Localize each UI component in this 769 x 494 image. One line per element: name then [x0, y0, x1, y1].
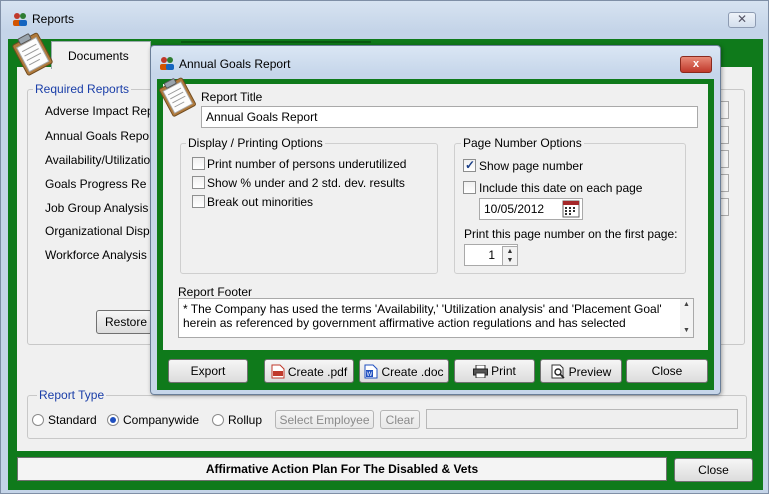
report-footer-textarea[interactable]: * The Company has used the terms 'Availa…: [178, 298, 694, 338]
checkbox-show-page-number[interactable]: [463, 158, 476, 172]
report-item-availability[interactable]: Availability/Utilizatio: [45, 153, 150, 167]
pdf-icon: [271, 364, 285, 378]
footer-scrollbar[interactable]: ▲ ▼: [680, 299, 693, 337]
export-button[interactable]: Export: [168, 359, 248, 383]
preview-label: Preview: [568, 364, 612, 379]
report-item-organizational[interactable]: Organizational Disp: [45, 224, 150, 238]
people-icon: [160, 57, 174, 70]
employee-field[interactable]: [426, 409, 738, 429]
radio-rollup-label: Rollup: [228, 413, 263, 427]
window-titlebar[interactable]: Reports ✕: [1, 1, 768, 35]
display-options-title: Display / Printing Options: [186, 136, 325, 150]
report-title-input[interactable]: [201, 106, 698, 128]
checkbox-show-page-number-label: Show page number: [479, 159, 584, 173]
checkbox-break-out-minorities[interactable]: [192, 195, 205, 208]
tab-documents[interactable]: Documents: [51, 41, 151, 69]
create-doc-label: Create .doc: [381, 364, 444, 379]
report-item-adverse-impact[interactable]: Adverse Impact Rep: [45, 104, 154, 118]
scroll-down-icon[interactable]: ▼: [680, 325, 693, 337]
page-number-title: Page Number Options: [461, 136, 584, 150]
radio-standard-label: Standard: [48, 413, 97, 427]
radio-rollup[interactable]: [212, 414, 224, 426]
clipboard-icon: [12, 32, 53, 76]
scroll-up-icon[interactable]: ▲: [680, 299, 693, 311]
print-label: Print: [491, 364, 516, 378]
checkbox-include-date-label: Include this date on each page: [479, 181, 643, 195]
dialog-title: Annual Goals Report: [179, 57, 291, 71]
create-doc-button[interactable]: W Create .doc: [359, 359, 449, 383]
main-close-button[interactable]: Close: [674, 458, 753, 482]
spinner-down-icon[interactable]: ▼: [503, 256, 517, 265]
checkbox-print-underutilized-label: Print number of persons underutilized: [207, 157, 407, 171]
window-title: Reports: [32, 12, 75, 26]
preview-button[interactable]: Preview: [540, 359, 622, 383]
checkbox-include-date[interactable]: [463, 181, 476, 194]
calendar-button[interactable]: [562, 200, 580, 218]
status-bar: Affirmative Action Plan For The Disabled…: [17, 457, 667, 481]
report-item-job-group[interactable]: Job Group Analysis: [45, 201, 148, 215]
clear-button[interactable]: Clear: [380, 410, 420, 429]
checkbox-break-out-minorities-label: Break out minorities: [207, 195, 314, 209]
checkbox-show-percent-label: Show % under and 2 std. dev. results: [207, 176, 405, 190]
tab-documents-label: Documents: [68, 49, 129, 63]
tab-strip-edge: [181, 41, 371, 43]
report-item-annual-goals[interactable]: Annual Goals Repo: [45, 129, 149, 143]
printer-icon: [473, 365, 489, 378]
report-item-goals-progress[interactable]: Goals Progress Re: [45, 177, 146, 191]
checkbox-show-percent[interactable]: [192, 176, 205, 189]
create-pdf-button[interactable]: Create .pdf: [264, 359, 354, 383]
report-item-workforce[interactable]: Workforce Analysis: [45, 248, 147, 262]
report-footer-label: Report Footer: [178, 285, 253, 299]
svg-text:W: W: [367, 372, 373, 378]
radio-standard[interactable]: [32, 414, 44, 426]
restore-button[interactable]: Restore: [96, 310, 156, 334]
magnifier-page-icon: [551, 364, 565, 379]
checkbox-print-underutilized[interactable]: [192, 157, 205, 170]
dialog-close-button[interactable]: Close: [626, 359, 708, 383]
report-type-title: Report Type: [37, 388, 107, 402]
select-employee-button[interactable]: Select Employee: [275, 410, 374, 429]
page-number-spinner[interactable]: ▲ ▼: [502, 246, 518, 266]
print-button[interactable]: Print: [454, 359, 535, 383]
clipboard-icon: [159, 77, 196, 117]
radio-companywide-label: Companywide: [123, 413, 200, 427]
report-title-label: Report Title: [201, 90, 263, 104]
required-reports-title: Required Reports: [33, 82, 132, 96]
spinner-up-icon[interactable]: ▲: [503, 247, 517, 256]
radio-companywide[interactable]: [107, 414, 119, 426]
dialog-close-x-button[interactable]: x: [680, 56, 712, 73]
first-page-label: Print this page number on the first page…: [464, 227, 678, 241]
people-icon: [13, 13, 27, 26]
create-pdf-label: Create .pdf: [287, 364, 348, 379]
word-doc-icon: W: [364, 364, 378, 378]
window-close-button[interactable]: ✕: [728, 12, 756, 28]
calendar-icon: [562, 200, 580, 218]
